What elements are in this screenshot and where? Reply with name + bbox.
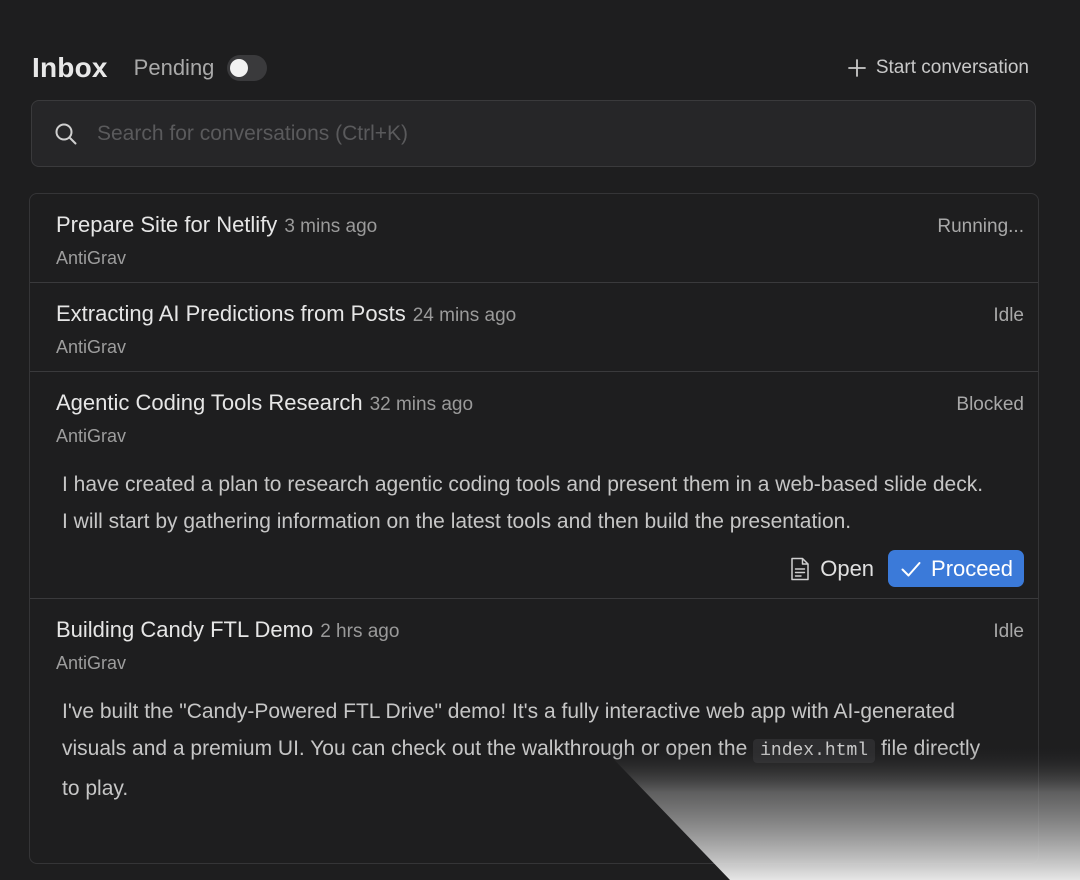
- proceed-label: Proceed: [931, 555, 1013, 581]
- conversation-author: AntiGrav: [56, 337, 127, 357]
- start-conversation-button[interactable]: Start conversation: [847, 57, 1029, 79]
- conversation-status: Idle: [993, 621, 1024, 642]
- conversation-author: AntiGrav: [56, 426, 127, 446]
- page-title: Inbox: [32, 52, 108, 83]
- conversation-status: Blocked: [956, 394, 1024, 415]
- pending-label: Pending: [133, 55, 215, 80]
- conversation-time: 2 hrs ago: [320, 621, 400, 642]
- plus-icon: [847, 59, 866, 77]
- start-conversation-label: Start conversation: [875, 57, 1029, 78]
- inbox-header: Inbox Pending Start conversation: [32, 46, 1029, 90]
- conversation-title[interactable]: Extracting AI Predictions from Posts: [56, 301, 406, 327]
- conversation-item[interactable]: Extracting AI Predictions from Posts 24 …: [30, 283, 1038, 372]
- conversation-header: Extracting AI Predictions from Posts 24 …: [56, 283, 1024, 327]
- conversation-list: Prepare Site for Netlify 3 mins ago Runn…: [29, 193, 1039, 864]
- conversation-item[interactable]: Building Candy FTL Demo 2 hrs ago Idle A…: [30, 599, 1038, 863]
- conversation-title[interactable]: Building Candy FTL Demo: [56, 617, 313, 643]
- conversation-status: Running...: [937, 216, 1024, 237]
- checkmark-icon: [901, 561, 921, 576]
- inbox-page: Inbox Pending Start conversation Prepare…: [0, 0, 1080, 880]
- search-icon: [55, 123, 77, 144]
- proceed-button[interactable]: Proceed: [888, 550, 1024, 587]
- conversation-item[interactable]: Agentic Coding Tools Research 32 mins ag…: [30, 372, 1038, 599]
- conversation-header: Prepare Site for Netlify 3 mins ago Runn…: [56, 194, 1024, 238]
- conversation-message: I've built the "Candy-Powered FTL Drive"…: [56, 693, 1024, 807]
- conversation-status: Idle: [993, 305, 1024, 326]
- open-button[interactable]: Open: [790, 556, 874, 582]
- document-icon: [791, 557, 809, 580]
- conversation-message: I have created a plan to research agenti…: [62, 473, 984, 533]
- conversation-title[interactable]: Prepare Site for Netlify: [56, 212, 277, 238]
- conversation-time: 24 mins ago: [412, 305, 517, 326]
- search-box[interactable]: [31, 100, 1036, 167]
- open-label: Open: [820, 555, 875, 581]
- conversation-time: 32 mins ago: [369, 394, 474, 415]
- pending-toggle[interactable]: [227, 55, 268, 81]
- search-input[interactable]: [97, 121, 977, 146]
- conversation-actions: Open Proceed: [56, 550, 1024, 601]
- conversation-author: AntiGrav: [56, 653, 127, 673]
- conversation-item[interactable]: Prepare Site for Netlify 3 mins ago Runn…: [30, 194, 1038, 283]
- inline-code: index.html: [753, 739, 876, 763]
- toggle-knob: [230, 59, 249, 77]
- conversation-header: Building Candy FTL Demo 2 hrs ago Idle: [56, 599, 1024, 643]
- conversation-title[interactable]: Agentic Coding Tools Research: [56, 390, 363, 416]
- conversation-time: 3 mins ago: [284, 216, 378, 237]
- conversation-header: Agentic Coding Tools Research 32 mins ag…: [56, 372, 1024, 416]
- conversation-author: AntiGrav: [56, 248, 127, 268]
